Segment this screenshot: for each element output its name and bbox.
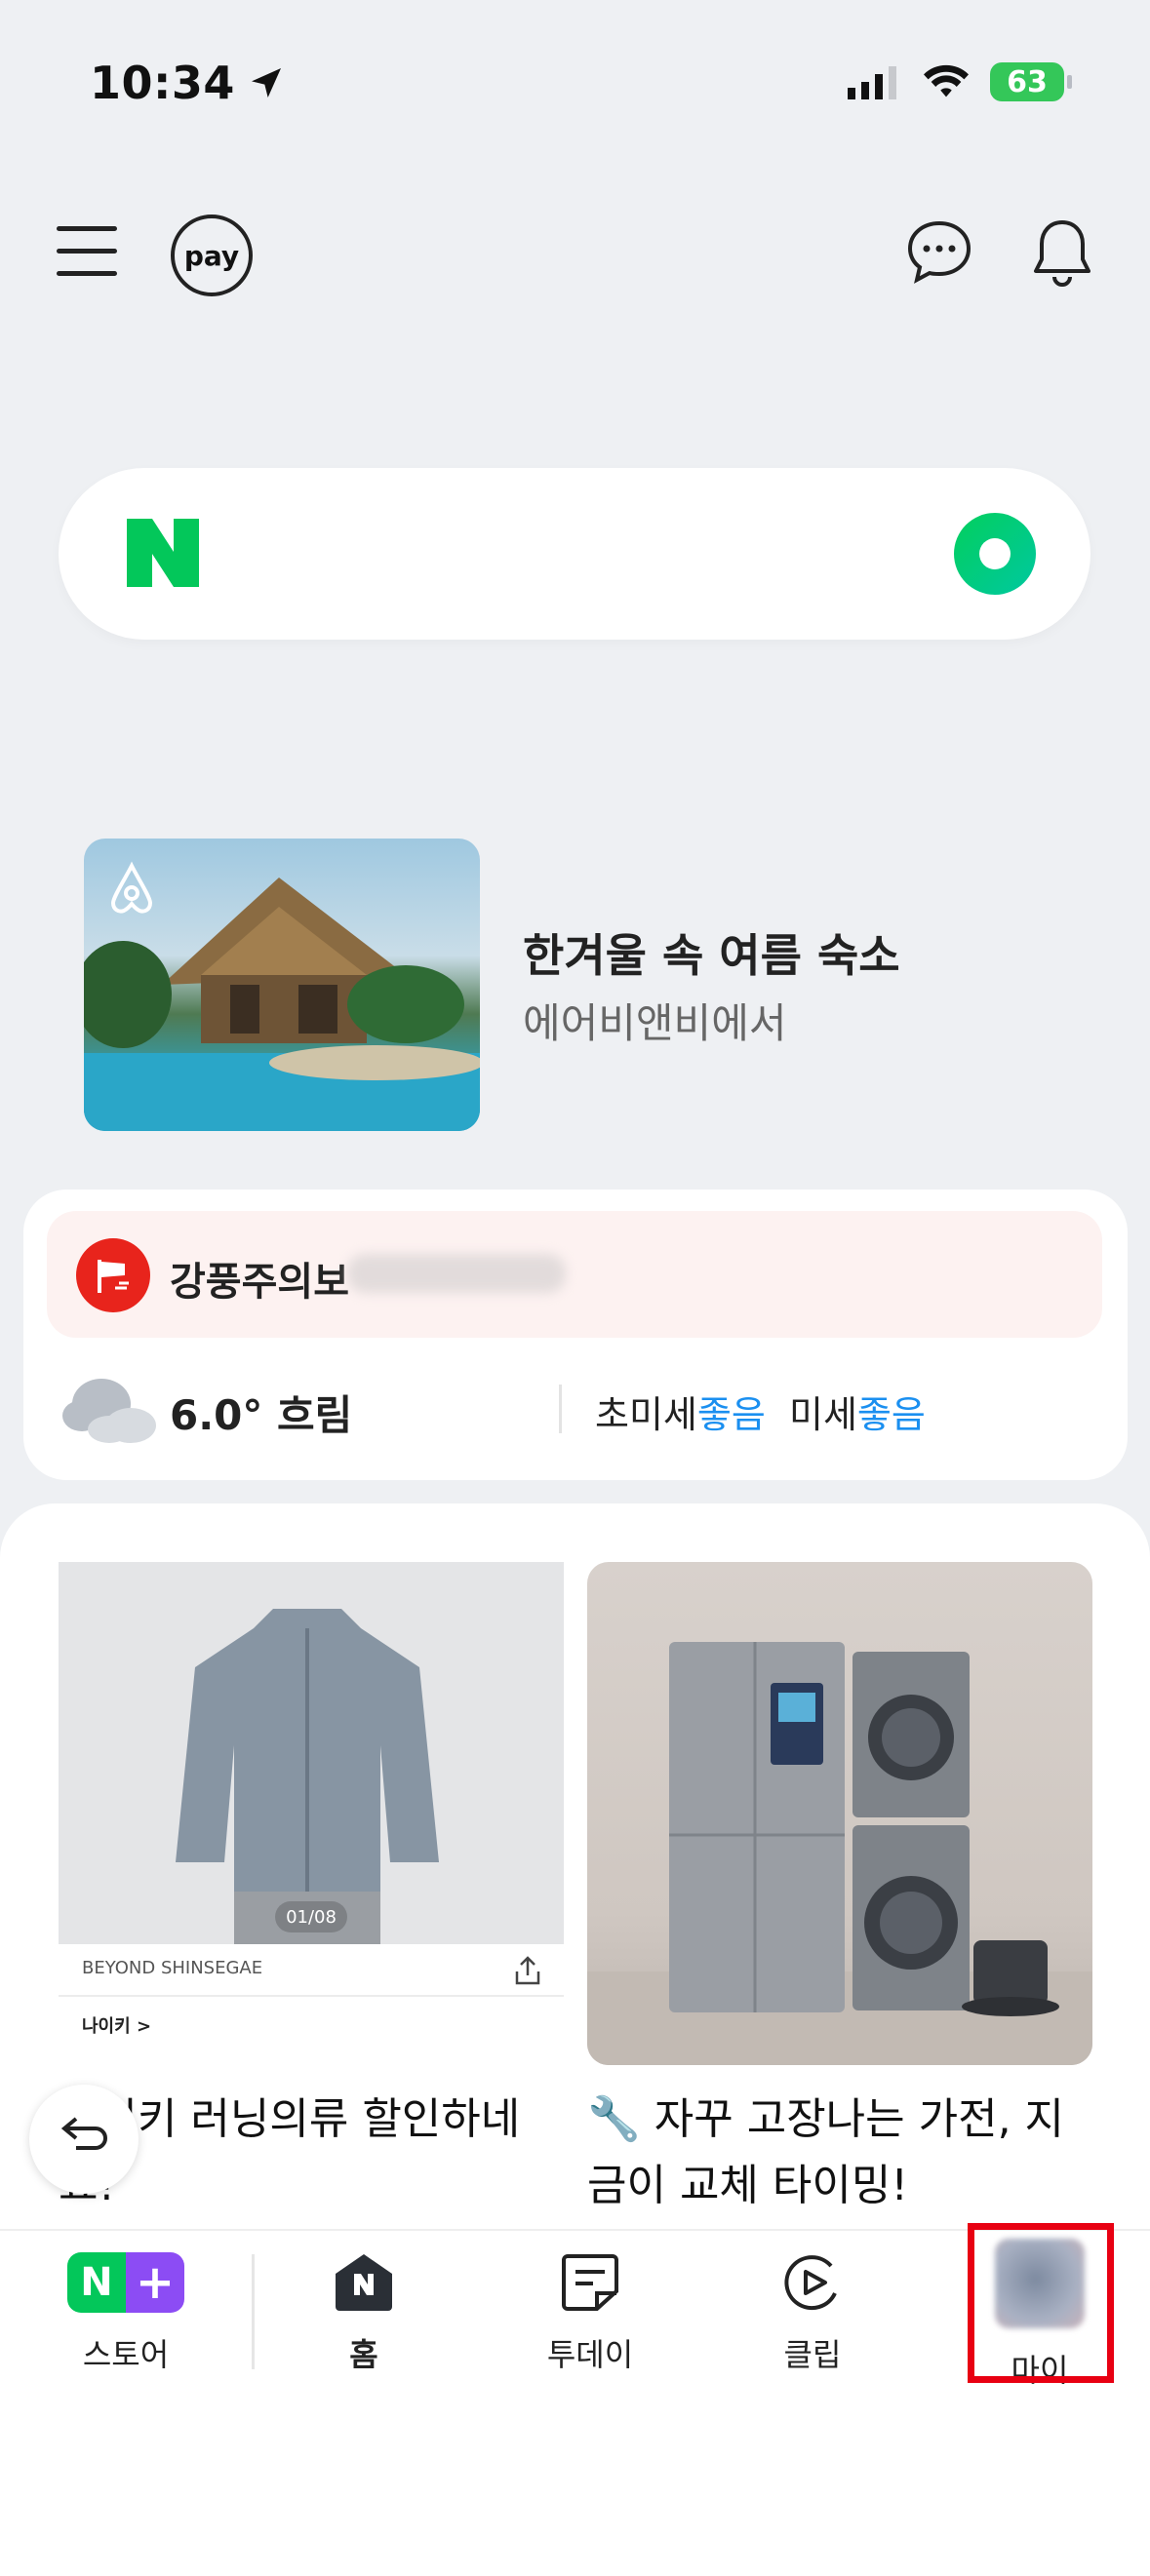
divider	[559, 1385, 562, 1433]
chat-icon[interactable]	[905, 218, 973, 287]
nav-clip[interactable]: 클립	[730, 2252, 895, 2375]
divider	[252, 2254, 255, 2369]
air-quality: 초미세좋음 미세좋음	[595, 1393, 926, 1436]
clip-play-icon	[784, 2255, 837, 2311]
return-arrow-icon	[60, 2117, 107, 2150]
nav-store[interactable]: N + 스토어	[43, 2252, 209, 2375]
status-time: 10:34	[90, 57, 286, 109]
airbnb-logo-icon	[110, 861, 153, 914]
battery-icon: 63	[990, 62, 1072, 101]
pay-button[interactable]: pay	[171, 215, 253, 296]
store-icon: N +	[67, 2252, 184, 2313]
alert-detail-redacted	[347, 1254, 566, 1293]
signal-icon	[848, 66, 896, 99]
jacket-illustration	[176, 1609, 439, 1944]
nav-home[interactable]: 홈	[281, 2252, 447, 2375]
weather-alert-label: 강풍주의보	[170, 1260, 349, 1305]
brand-label: BEYOND SHINSEGAE	[82, 1958, 263, 1978]
image-page-indicator: 01/08	[275, 1901, 347, 1932]
ad-image[interactable]	[84, 839, 480, 1131]
bell-icon[interactable]	[1030, 216, 1094, 289]
refresh-button[interactable]	[29, 2085, 139, 2194]
ad-title[interactable]: 한겨울 속 여름 숙소	[523, 920, 900, 985]
feed-caption-right[interactable]: 🔧 자꾸 고장나는 가전, 지금이 교체 타이밍!	[587, 2087, 1094, 2219]
naver-logo-icon	[127, 519, 199, 587]
status-icons: 63	[848, 62, 1072, 101]
nav-label-home: 홈	[349, 2336, 378, 2373]
highlight-box	[968, 2223, 1114, 2383]
nav-today[interactable]: 투데이	[507, 2252, 673, 2375]
location-arrow-icon	[251, 68, 281, 98]
share-icon[interactable]	[513, 1954, 542, 1987]
home-icon	[336, 2254, 392, 2311]
green-dot-button[interactable]	[954, 513, 1036, 595]
search-bar[interactable]	[59, 468, 1091, 640]
nav-label-clip: 클립	[783, 2336, 842, 2373]
wifi-icon	[924, 64, 969, 98]
wind-flag-icon	[76, 1238, 150, 1312]
menu-icon[interactable]	[57, 226, 117, 279]
nav-label-today: 투데이	[546, 2336, 634, 2373]
appliances-illustration	[587, 1642, 1092, 2065]
feed-card-right[interactable]	[587, 1562, 1092, 2065]
ad-subtitle: 에어비앤비에서	[523, 999, 787, 1047]
temperature: 6.0° 흐림	[170, 1391, 353, 1439]
divider	[59, 1995, 564, 1997]
cloud-icon	[62, 1379, 156, 1443]
today-note-icon	[562, 2254, 618, 2311]
shop-link[interactable]: 나이키 >	[82, 2012, 151, 2038]
nav-label-store: 스토어	[82, 2336, 170, 2373]
